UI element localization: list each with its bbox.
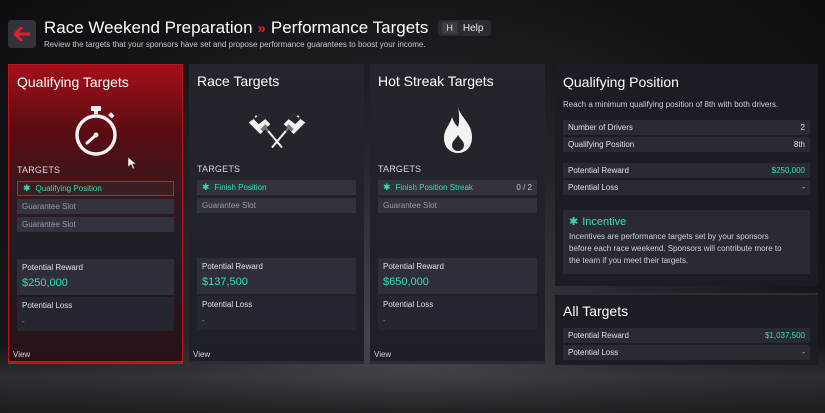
target-row-finish-position-streak[interactable]: ✱ Finish Position Streak 0 / 2 [378,180,537,195]
asterisk-icon: ✱ [383,182,391,192]
asterisk-icon: ✱ [23,183,31,193]
page-subtitle: Review the targets that your sponsors ha… [44,40,426,49]
target-label: Qualifying Position [35,184,102,193]
loss-value: - [202,316,205,325]
panel-title: Qualifying Position [563,74,679,90]
card-race-targets[interactable]: Race Targets TARGETS ✱ Finish Position G… [189,64,364,364]
page-header: Race Weekend Preparation » Performance T… [8,16,825,56]
reward-label: Potential Reward [22,263,83,272]
breadcrumb-race-weekend[interactable]: Race Weekend Preparation [44,18,253,38]
all-potential-reward-row: Potential Reward $1,037,500 [563,328,810,343]
potential-reward-box: Potential Reward $137,500 [197,258,356,294]
all-potential-loss-row: Potential Loss - [563,345,810,360]
page-title: Performance Targets [270,18,429,37]
card-title: Qualifying Targets [17,74,129,90]
loss-value: - [383,316,386,325]
reward-value: $650,000 [383,276,429,288]
guarantee-slot[interactable]: Guarantee Slot [17,217,174,232]
row-value: 2 [800,123,805,132]
targets-label: TARGETS [378,164,422,174]
number-of-drivers-row: Number of Drivers 2 [563,120,810,135]
panel-description: Reach a minimum qualifying position of 8… [563,100,779,109]
reward-value: $250,000 [22,277,68,289]
reward-label: Potential Reward [383,262,444,271]
target-label: Guarantee Slot [202,201,256,210]
help-key-hint: H [442,22,457,34]
asterisk-icon: ✱ [569,216,579,228]
loss-label: Potential Loss [22,301,73,310]
incentive-title-text: Incentive [582,215,627,228]
card-title: Hot Streak Targets [378,73,494,89]
loss-label: Potential Loss [202,300,253,309]
stopwatch-icon [66,101,126,161]
targets-label: TARGETS [17,165,61,175]
row-value: 8th [793,140,805,149]
row-label: Potential Loss [568,183,619,192]
incentive-line: before each race weekend. Sponsors will … [569,244,782,253]
reward-value: $137,500 [202,276,248,288]
view-button[interactable]: View [13,350,30,359]
potential-loss-box: Potential Loss - [378,296,537,330]
reward-label: Potential Reward [202,262,263,271]
flame-icon [428,100,488,160]
row-value: $1,037,500 [764,331,805,340]
breadcrumb-separator: » [257,19,266,37]
card-hot-streak-targets[interactable]: Hot Streak Targets TARGETS ✱ Finish Posi… [370,64,545,364]
help-label: Help [462,22,484,34]
row-label: Number of Drivers [568,123,633,132]
target-label: Finish Position [214,183,267,192]
incentive-line: the team if you meet their targets. [569,256,689,265]
loss-label: Potential Loss [383,300,434,309]
pointer-icon [127,156,137,170]
potential-loss-box: Potential Loss - [197,296,356,330]
help-button[interactable]: H Help [438,20,492,36]
qualifying-position-panel: Qualifying Position Reach a minimum qual… [555,64,818,286]
incentive-body: Incentives are performance targets set b… [569,231,804,267]
targets-label: TARGETS [197,164,241,174]
arrow-left-icon [14,27,30,41]
breadcrumb: Race Weekend Preparation » Performance T… [44,18,492,38]
row-value: $250,000 [771,166,805,175]
target-label: Guarantee Slot [22,202,76,211]
streak-progress: 0 / 2 [516,183,532,192]
potential-reward-box: Potential Reward $250,000 [17,259,174,295]
row-label: Potential Reward [568,331,629,340]
crossed-flags-icon [247,100,307,160]
guarantee-slot[interactable]: Guarantee Slot [197,198,356,213]
asterisk-icon: ✱ [202,182,210,192]
card-qualifying-targets[interactable]: Qualifying Targets TARGETS ✱ Qualifying … [8,64,183,364]
view-button[interactable]: View [374,350,391,359]
incentive-line: Incentives are performance targets set b… [569,232,769,241]
row-value: - [802,183,805,192]
target-row-finish-position[interactable]: ✱ Finish Position [197,180,356,195]
view-button[interactable]: View [193,350,210,359]
incentive-box: ✱ Incentive Incentives are performance t… [563,210,810,274]
guarantee-slot[interactable]: Guarantee Slot [17,199,174,214]
row-label: Potential Loss [568,348,619,357]
guarantee-slot[interactable]: Guarantee Slot [378,198,537,213]
row-value: - [802,348,805,357]
target-label: Guarantee Slot [22,220,76,229]
incentive-title: ✱ Incentive [569,215,804,229]
row-label: Qualifying Position [568,140,635,149]
target-label: Guarantee Slot [383,201,437,210]
back-button[interactable] [8,20,36,48]
potential-loss-row: Potential Loss - [563,180,810,195]
row-label: Potential Reward [568,166,629,175]
target-row-qualifying-position[interactable]: ✱ Qualifying Position [17,181,174,196]
loss-value: - [22,317,25,326]
all-targets-panel: All Targets Potential Reward $1,037,500 … [555,293,818,365]
card-title: Race Targets [197,73,280,89]
panel-title: All Targets [563,303,629,319]
potential-reward-row: Potential Reward $250,000 [563,163,810,178]
potential-loss-box: Potential Loss - [17,297,174,331]
qualifying-position-row: Qualifying Position 8th [563,137,810,152]
potential-reward-box: Potential Reward $650,000 [378,258,537,294]
target-label: Finish Position Streak [395,183,473,192]
